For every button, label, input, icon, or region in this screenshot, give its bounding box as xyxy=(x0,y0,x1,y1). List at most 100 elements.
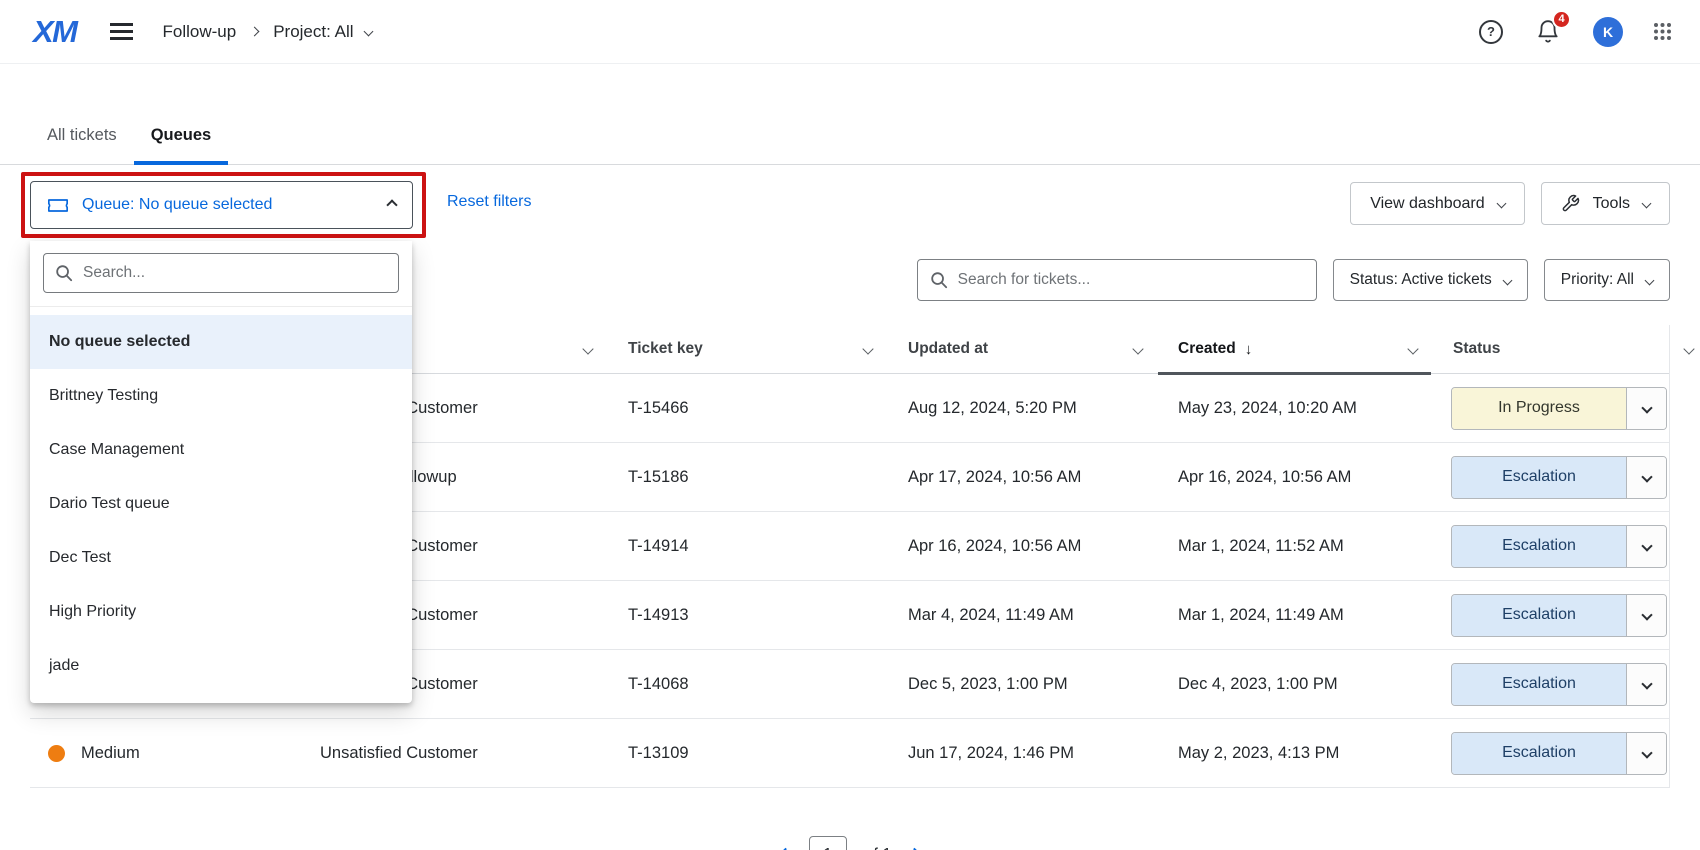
ticket-key-cell: T-14068 xyxy=(620,675,900,694)
column-menu-icon[interactable] xyxy=(1407,343,1418,354)
ticket-search-input[interactable] xyxy=(958,271,1304,289)
status-badge[interactable]: Escalation xyxy=(1451,525,1667,568)
tab-all-tickets[interactable]: All tickets xyxy=(30,126,134,164)
status-dropdown-caret[interactable] xyxy=(1626,457,1666,498)
app-grid-icon[interactable] xyxy=(1654,23,1672,41)
filter-row: Status: Active tickets Priority: All xyxy=(917,259,1670,301)
view-dashboard-button[interactable]: View dashboard xyxy=(1350,182,1524,225)
xm-logo[interactable]: XM xyxy=(33,14,77,50)
tools-button[interactable]: Tools xyxy=(1541,182,1670,225)
priority-filter-label: Priority: All xyxy=(1561,271,1634,289)
menu-icon[interactable] xyxy=(109,19,135,45)
tabs-bar: All tickets Queues xyxy=(0,99,1700,165)
queue-search-input[interactable] xyxy=(83,264,387,282)
queue-option[interactable]: jade xyxy=(30,639,412,693)
created-cell: Apr 16, 2024, 10:56 AM xyxy=(1170,468,1445,487)
reset-filters-link[interactable]: Reset filters xyxy=(447,193,531,211)
project-selector[interactable]: Project: All xyxy=(273,22,371,42)
chevron-down-icon xyxy=(363,27,373,37)
queue-option[interactable]: Dario Test queue xyxy=(30,477,412,531)
avatar[interactable]: K xyxy=(1593,17,1623,47)
view-dashboard-label: View dashboard xyxy=(1370,195,1484,213)
chevron-down-icon xyxy=(1641,747,1652,758)
ticket-key-cell: T-13109 xyxy=(620,744,900,763)
created-cell: Dec 4, 2023, 1:00 PM xyxy=(1170,675,1445,694)
status-badge[interactable]: Escalation xyxy=(1451,594,1667,637)
status-dropdown-caret[interactable] xyxy=(1626,595,1666,636)
queue-option[interactable]: High Priority xyxy=(30,585,412,639)
queue-selector-label: Queue: No queue selected xyxy=(82,196,272,214)
queue-option[interactable]: No queue selected xyxy=(30,315,412,369)
column-label: Status xyxy=(1453,340,1500,358)
column-menu-icon[interactable] xyxy=(1132,343,1143,354)
chevron-down-icon xyxy=(1641,540,1652,551)
column-menu-icon[interactable] xyxy=(582,343,593,354)
updated-at-cell: Mar 4, 2024, 11:49 AM xyxy=(900,606,1170,625)
column-menu-icon[interactable] xyxy=(862,343,873,354)
current-page-box[interactable]: 1 xyxy=(809,836,847,850)
page-count-label: of 1 xyxy=(865,846,892,850)
queue-selector-button[interactable]: Queue: No queue selected xyxy=(30,181,413,229)
ticket-key-cell: T-15186 xyxy=(620,468,900,487)
tab-queues[interactable]: Queues xyxy=(134,126,229,165)
created-cell: May 2, 2023, 4:13 PM xyxy=(1170,744,1445,763)
notification-count-badge: 4 xyxy=(1552,10,1571,29)
status-filter-button[interactable]: Status: Active tickets xyxy=(1333,259,1528,301)
search-icon xyxy=(930,271,948,289)
status-label: Escalation xyxy=(1452,664,1626,705)
status-dropdown-caret[interactable] xyxy=(1626,733,1666,774)
nav-right: 4 K xyxy=(1479,17,1672,47)
column-label: Created xyxy=(1178,340,1236,358)
status-label: Escalation xyxy=(1452,595,1626,636)
status-filter-label: Status: Active tickets xyxy=(1350,271,1492,289)
toolbar-right: View dashboard Tools xyxy=(1350,182,1670,225)
column-menu-icon[interactable] xyxy=(1683,343,1694,354)
ticket-icon xyxy=(47,197,69,214)
breadcrumb-section-label: Follow-up xyxy=(163,22,237,42)
wrench-icon xyxy=(1561,194,1580,213)
queue-option[interactable]: Dec Test xyxy=(30,531,412,585)
column-label: Ticket key xyxy=(628,340,703,358)
chevron-down-icon xyxy=(1502,275,1512,285)
column-header-updated-at[interactable]: Updated at xyxy=(900,325,1170,373)
status-label: Escalation xyxy=(1452,457,1626,498)
chevron-up-icon xyxy=(386,199,397,210)
status-badge[interactable]: Escalation xyxy=(1451,732,1667,775)
updated-at-cell: Jun 17, 2024, 1:46 PM xyxy=(900,744,1170,763)
ticket-key-cell: T-14913 xyxy=(620,606,900,625)
column-header-created[interactable]: Created ↓ xyxy=(1170,325,1445,373)
status-dropdown-caret[interactable] xyxy=(1626,664,1666,705)
status-badge[interactable]: In Progress xyxy=(1451,387,1667,430)
priority-filter-button[interactable]: Priority: All xyxy=(1544,259,1670,301)
chevron-down-icon xyxy=(1645,275,1655,285)
chevron-down-icon xyxy=(1641,678,1652,689)
table-row[interactable]: Medium Unsatisfied Customer T-13109 Jun … xyxy=(30,719,1669,788)
updated-at-cell: Dec 5, 2023, 1:00 PM xyxy=(900,675,1170,694)
status-label: Escalation xyxy=(1452,733,1626,774)
chevron-down-icon xyxy=(1642,199,1652,209)
queue-options-list: No queue selected Brittney Testing Case … xyxy=(30,307,412,703)
breadcrumb: Follow-up Project: All xyxy=(163,22,372,42)
notifications-button[interactable]: 4 xyxy=(1534,18,1562,46)
ticket-search xyxy=(917,259,1317,301)
column-header-status[interactable]: Status xyxy=(1445,325,1669,373)
status-badge[interactable]: Escalation xyxy=(1451,456,1667,499)
queue-option[interactable]: Brittney Testing xyxy=(30,369,412,423)
queue-dropdown-panel: No queue selected Brittney Testing Case … xyxy=(30,241,412,703)
project-selector-label: Project: All xyxy=(273,22,353,42)
hamburger-bars xyxy=(110,30,133,32)
status-dropdown-caret[interactable] xyxy=(1626,388,1666,429)
sort-desc-icon: ↓ xyxy=(1245,341,1253,358)
help-icon[interactable] xyxy=(1479,20,1503,44)
status-dropdown-caret[interactable] xyxy=(1626,526,1666,567)
created-cell: Mar 1, 2024, 11:49 AM xyxy=(1170,606,1445,625)
chevron-down-icon xyxy=(1496,199,1506,209)
pagination: 1 of 1 xyxy=(0,836,1700,850)
page: XM Follow-up Project: All 4 K All t xyxy=(0,0,1700,850)
status-badge[interactable]: Escalation xyxy=(1451,663,1667,706)
queue-option[interactable]: Case Management xyxy=(30,423,412,477)
status-label: In Progress xyxy=(1452,388,1626,429)
updated-at-cell: Apr 16, 2024, 10:56 AM xyxy=(900,537,1170,556)
ticket-key-cell: T-14914 xyxy=(620,537,900,556)
column-header-ticket-key[interactable]: Ticket key xyxy=(620,325,900,373)
